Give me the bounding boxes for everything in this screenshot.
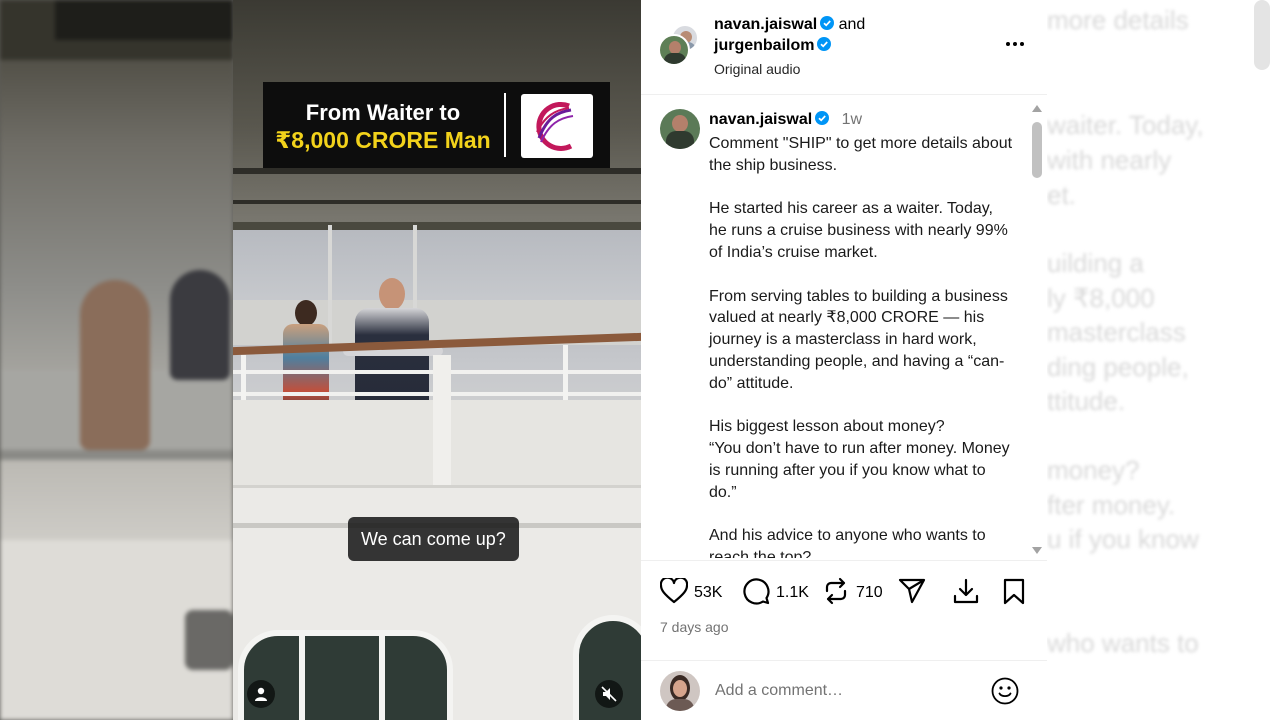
scroll-up-icon[interactable] — [1031, 100, 1043, 118]
user-icon — [254, 686, 268, 707]
author-2-link[interactable]: jurgenbailom — [714, 37, 814, 54]
add-comment-bar — [641, 660, 1047, 720]
heart-icon — [659, 576, 689, 609]
tagged-users-button[interactable] — [247, 680, 275, 708]
scroll-thumb[interactable] — [1032, 122, 1042, 178]
more-options-button[interactable] — [1003, 34, 1027, 54]
post-details-panel: navan.jaiswal and jurgenbailom Original … — [641, 0, 1047, 720]
current-user-avatar — [660, 671, 700, 711]
download-icon — [952, 577, 980, 610]
comment-button[interactable]: 1.1K — [742, 577, 809, 610]
like-count: 53K — [694, 584, 723, 601]
caption-text: Comment "SHIP" to get more details about… — [709, 135, 1013, 558]
reel-video[interactable]: From Waiter to ₹8,000 CRORE Man We can c… — [233, 0, 641, 720]
video-title-card: From Waiter to ₹8,000 CRORE Man — [263, 82, 610, 168]
repost-icon — [822, 577, 850, 610]
post-actions-bar: 53K 1.1K 710 7 days ago — [641, 560, 1047, 660]
comment-input[interactable] — [715, 679, 975, 703]
share-icon — [898, 577, 926, 610]
mute-icon — [601, 686, 617, 707]
caption-scroll-area[interactable]: navan.jaiswal 1w Comment "SHIP" to get m… — [641, 96, 1047, 558]
like-button[interactable]: 53K — [659, 576, 723, 609]
comment-count: 1.1K — [776, 584, 809, 601]
author-1-link[interactable]: navan.jaiswal — [714, 16, 817, 33]
backdrop-right: more details waiter. Today, with nearly … — [1047, 0, 1280, 720]
repost-button[interactable]: 710 — [822, 577, 883, 610]
post-timestamp[interactable]: 7 days ago — [660, 619, 729, 635]
caption-age: 1w — [841, 111, 863, 128]
emoji-icon[interactable] — [991, 677, 1019, 710]
title-line-2: ₹8,000 CRORE Man — [275, 127, 491, 153]
collab-avatar-primary[interactable] — [658, 34, 690, 66]
verified-icon — [820, 15, 835, 30]
ship-window — [238, 630, 453, 720]
more-icon — [1003, 41, 1027, 58]
post-header: navan.jaiswal and jurgenbailom Original … — [641, 0, 1047, 95]
audio-link[interactable]: Original audio — [714, 59, 1014, 80]
backdrop-left — [0, 0, 233, 720]
share-button[interactable] — [898, 577, 926, 610]
scroll-down-icon[interactable] — [1031, 543, 1043, 561]
verified-icon — [817, 36, 832, 51]
collab-connector: and — [838, 16, 866, 33]
caption-author-avatar[interactable] — [660, 109, 700, 149]
verified-icon — [815, 111, 830, 125]
bookmark-icon — [1000, 577, 1028, 610]
comment-icon — [742, 577, 770, 610]
caption-scrollbar[interactable] — [1030, 100, 1044, 555]
caption-author-link[interactable]: navan.jaiswal — [709, 111, 812, 128]
repost-count: 710 — [856, 584, 883, 601]
title-line-1: From Waiter to — [305, 100, 461, 125]
company-logo — [521, 94, 593, 158]
save-button[interactable] — [1000, 577, 1028, 610]
download-button[interactable] — [952, 577, 980, 610]
video-subtitle: We can come up? — [348, 517, 519, 561]
mute-button[interactable] — [595, 680, 623, 708]
title-divider — [504, 93, 506, 157]
